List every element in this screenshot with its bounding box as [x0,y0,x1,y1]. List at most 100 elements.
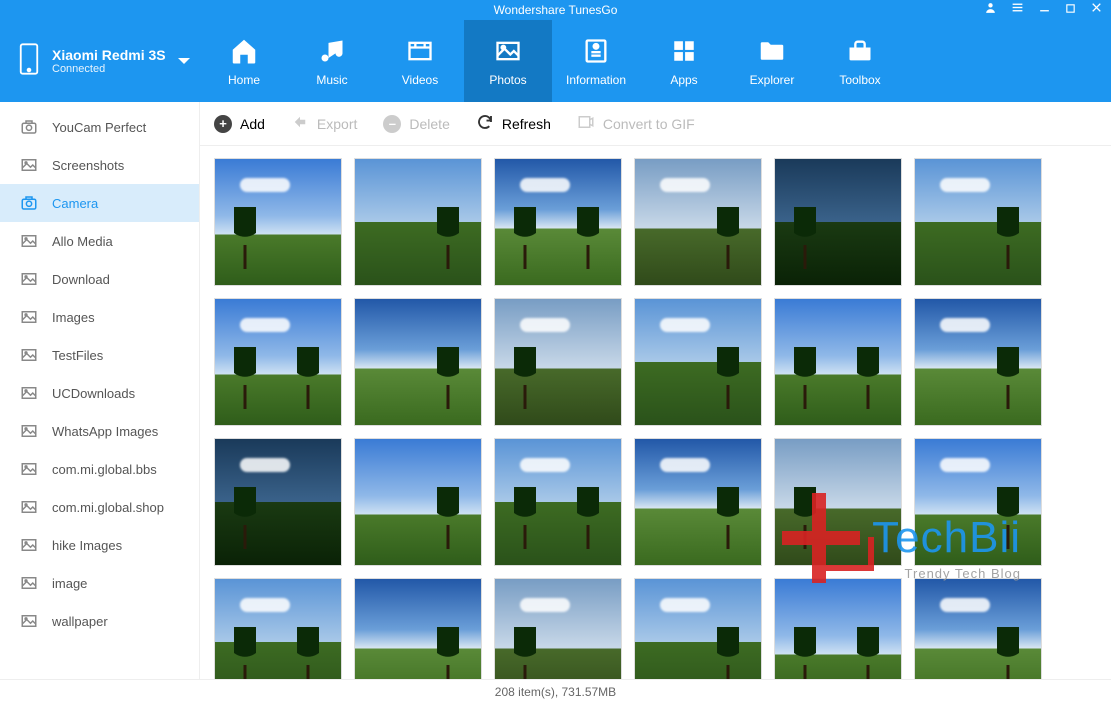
export-icon [291,113,309,134]
sidebar-item-label: YouCam Perfect [52,120,146,135]
title-bar: Wondershare TunesGo [0,0,1111,20]
sidebar-item-label: Screenshots [52,158,124,173]
device-status: Connected [52,63,166,75]
delete-button[interactable]: – Delete [383,115,449,133]
tab-label: Home [228,73,260,87]
gif-icon [577,113,595,134]
tab-label: Explorer [750,73,795,87]
sidebar-item-whatsapp-images[interactable]: WhatsApp Images [0,412,199,450]
sidebar: YouCam Perfect Screenshots Camera Allo Medi… [0,102,200,679]
sidebar-item-com-mi-global-bbs[interactable]: com.mi.global.bbs [0,450,199,488]
camera-icon [20,194,40,212]
photo-thumbnail[interactable] [354,158,482,286]
photo-thumbnail[interactable] [214,158,342,286]
tab-home[interactable]: Home [200,20,288,102]
video-icon [406,35,434,67]
image-icon [20,156,40,174]
photo-thumbnail[interactable] [354,578,482,679]
toolbox-icon [846,35,874,67]
sidebar-item-label: Download [52,272,110,287]
tab-toolbox[interactable]: Toolbox [816,20,904,102]
tab-label: Toolbox [839,73,880,87]
photo-thumbnail[interactable] [634,298,762,426]
close-button[interactable] [1090,0,1103,20]
tab-explorer[interactable]: Explorer [728,20,816,102]
sidebar-item-image[interactable]: image [0,564,199,602]
photo-thumbnail[interactable] [214,438,342,566]
sidebar-item-com-mi-global-shop[interactable]: com.mi.global.shop [0,488,199,526]
sidebar-item-ucdownloads[interactable]: UCDownloads [0,374,199,412]
tab-information[interactable]: Information [552,20,640,102]
sidebar-item-testfiles[interactable]: TestFiles [0,336,199,374]
photo-thumbnail[interactable] [634,578,762,679]
sidebar-item-label: UCDownloads [52,386,135,401]
dropdown-icon [178,58,190,64]
image-icon [20,232,40,250]
photo-thumbnail[interactable] [774,438,902,566]
image-icon [20,346,40,364]
plus-icon: + [214,115,232,133]
sidebar-item-download[interactable]: Download [0,260,199,298]
user-icon[interactable] [984,0,997,20]
photo-thumbnail[interactable] [494,438,622,566]
folder-icon [757,35,787,67]
image-icon [20,384,40,402]
device-panel[interactable]: Xiaomi Redmi 3S Connected [0,20,200,102]
device-icon [18,42,40,81]
sidebar-item-images[interactable]: Images [0,298,199,336]
camera-icon [20,118,40,136]
photo-thumbnail[interactable] [914,578,1042,679]
convert-gif-button[interactable]: Convert to GIF [577,113,695,134]
photo-thumbnail[interactable] [774,298,902,426]
add-button[interactable]: + Add [214,115,265,133]
photo-thumbnail[interactable] [634,158,762,286]
minimize-button[interactable] [1038,0,1051,20]
photo-thumbnail[interactable] [354,438,482,566]
button-label: Convert to GIF [603,116,695,132]
sidebar-item-allo-media[interactable]: Allo Media [0,222,199,260]
photo-thumbnail[interactable] [494,578,622,679]
maximize-button[interactable] [1065,0,1076,20]
refresh-button[interactable]: Refresh [476,113,551,134]
photo-thumbnail[interactable] [214,578,342,679]
sidebar-item-camera[interactable]: Camera [0,184,199,222]
tab-videos[interactable]: Videos [376,20,464,102]
tab-photos[interactable]: Photos [464,20,552,102]
photo-thumbnail[interactable] [774,158,902,286]
image-icon [20,422,40,440]
photo-thumbnail[interactable] [354,298,482,426]
sidebar-item-screenshots[interactable]: Screenshots [0,146,199,184]
photo-thumbnail[interactable] [914,438,1042,566]
toolbar: + Add Export – Delete Refresh Convert to… [200,102,1111,146]
photo-thumbnail[interactable] [914,158,1042,286]
tab-music[interactable]: Music [288,20,376,102]
tab-apps[interactable]: Apps [640,20,728,102]
photo-thumbnail[interactable] [914,298,1042,426]
tab-label: Videos [402,73,438,87]
photo-thumbnail[interactable] [214,298,342,426]
photo-thumbnail[interactable] [494,158,622,286]
image-icon [20,460,40,478]
photo-thumbnail[interactable] [494,298,622,426]
sidebar-item-label: TestFiles [52,348,103,363]
sidebar-item-wallpaper[interactable]: wallpaper [0,602,199,640]
music-icon [318,35,346,67]
content-area: + Add Export – Delete Refresh Convert to… [200,102,1111,679]
sidebar-item-hike-images[interactable]: hike Images [0,526,199,564]
sidebar-item-label: Camera [52,196,98,211]
sidebar-item-label: com.mi.global.bbs [52,462,157,477]
export-button[interactable]: Export [291,113,357,134]
tab-label: Photos [489,73,526,87]
sidebar-item-label: Allo Media [52,234,113,249]
photo-thumbnail[interactable] [774,578,902,679]
sidebar-item-youcam-perfect[interactable]: YouCam Perfect [0,108,199,146]
photo-thumbnail[interactable] [634,438,762,566]
sidebar-item-label: wallpaper [52,614,108,629]
image-icon [20,574,40,592]
status-bar: 208 item(s), 731.57MB [0,679,1111,703]
home-icon [229,35,259,67]
button-label: Export [317,116,357,132]
minus-icon: – [383,115,401,133]
menu-icon[interactable] [1011,0,1024,20]
app-title: Wondershare TunesGo [494,3,618,17]
